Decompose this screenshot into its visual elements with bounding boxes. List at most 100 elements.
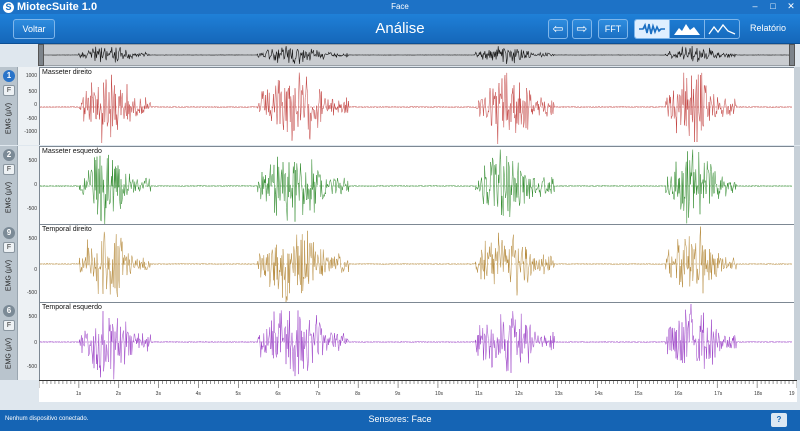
channel-row: 2 F EMG (µV) 500 0 -500 Masseter esquerd… <box>0 146 800 225</box>
filter-button[interactable]: F <box>3 242 15 253</box>
time-tick-label: 16s <box>674 391 683 397</box>
channel-row: 1 F EMG (µV) 1000 500 0 -500 -1000 Masse… <box>0 67 800 145</box>
unit-label: EMG (µV) <box>5 181 13 214</box>
time-tick-label: 13s <box>554 391 563 397</box>
time-tick-label: 7s <box>315 391 321 397</box>
close-icon[interactable]: ✕ <box>784 1 798 12</box>
channel-name: Temporal esquerdo <box>42 304 102 311</box>
y-tick-label: 500 <box>28 158 37 164</box>
time-tick-label: 8s <box>355 391 361 397</box>
y-tick-label: 500 <box>28 314 37 320</box>
overview-left-handle[interactable] <box>38 44 44 66</box>
back-button[interactable]: Voltar <box>13 19 55 39</box>
help-button[interactable]: ? <box>771 413 787 427</box>
time-tick-label: 10s <box>434 391 443 397</box>
time-tick-label: 1s <box>75 391 82 397</box>
unit-label: EMG (µV) <box>5 337 13 370</box>
channel-number-badge[interactable]: 6 <box>3 305 15 317</box>
time-tick-label: 12s <box>514 391 523 397</box>
filter-button[interactable]: F <box>3 164 15 175</box>
time-tick-label: 14s <box>594 391 603 397</box>
arrow-right-icon[interactable]: ⇨ <box>572 19 592 39</box>
sensors-label: Sensores: Face <box>368 414 432 424</box>
emg-waveform <box>40 226 792 303</box>
unit-label: EMG (µV) <box>5 259 13 292</box>
emg-plot[interactable]: Masseter direito <box>39 67 797 145</box>
y-tick-label: -500 <box>26 116 37 122</box>
y-tick-label: 0 <box>34 267 37 273</box>
channel-scrollbar[interactable] <box>794 67 800 145</box>
emg-trace <box>40 303 792 380</box>
arrow-left-icon[interactable]: ⇦ <box>548 19 568 39</box>
window-controls: – □ ✕ <box>748 1 798 12</box>
title-bar: S MiotecSuite 1.0 Face – □ ✕ <box>0 0 800 14</box>
waveform-icon[interactable] <box>635 20 669 38</box>
emg-plot[interactable]: Masseter esquerdo <box>39 146 797 225</box>
channel-name: Masseter direito <box>42 69 92 76</box>
y-tick-label: -500 <box>26 290 37 296</box>
time-tick-label: 6s <box>275 391 281 397</box>
maximize-icon[interactable]: □ <box>766 1 780 12</box>
time-tick-label: 3s <box>155 391 161 397</box>
overview-navigator[interactable] <box>38 44 793 66</box>
window-title: Face <box>391 2 409 11</box>
emg-trace <box>40 72 792 145</box>
channel-name: Temporal direito <box>42 226 92 233</box>
time-tick-label: 4s <box>195 391 201 397</box>
channel-sidebar: 1 F EMG (µV) <box>0 67 18 145</box>
emg-plot[interactable]: Temporal esquerdo <box>39 302 797 380</box>
y-tick-label: -500 <box>26 206 37 212</box>
overview-waveform <box>39 45 792 65</box>
channel-sidebar: 9 F EMG (µV) <box>0 224 18 302</box>
fft-button[interactable]: FFT <box>598 19 628 39</box>
y-tick-label: 500 <box>28 89 37 95</box>
y-tick-label: 0 <box>34 340 37 346</box>
time-tick-label: 17s <box>714 391 723 397</box>
time-tick-label: 11s <box>474 391 483 397</box>
channel-number-badge[interactable]: 9 <box>3 227 15 239</box>
minimize-icon[interactable]: – <box>748 1 762 12</box>
channel-sidebar: 6 F EMG (µV) <box>0 302 18 380</box>
emg-trace <box>40 149 792 225</box>
y-tick-label: 1000 <box>25 73 37 79</box>
status-bar: Nenhum dispositivo conectado. Sensores: … <box>0 410 800 431</box>
y-axis: 500 0 -500 <box>18 224 39 302</box>
time-axis: 1s 2s 3s 4s 5s 6s 7s 8s 9s 10s 11s 12s 13s 14s 15s 16s 1… <box>39 380 797 402</box>
time-tick-label: 18s <box>754 391 763 397</box>
channel-scrollbar[interactable] <box>794 146 800 224</box>
time-tick-label: 9s <box>395 391 401 397</box>
area-spectrum-icon[interactable] <box>669 20 704 38</box>
y-tick-label: 0 <box>34 182 37 188</box>
channel-number-badge[interactable]: 1 <box>3 70 15 82</box>
filter-button[interactable]: F <box>3 85 15 96</box>
unit-label: EMG (µV) <box>5 102 13 135</box>
channel-scrollbar[interactable] <box>794 302 800 380</box>
channel-row: 6 F EMG (µV) 500 0 -500 Temporal esquerd… <box>0 302 800 380</box>
line-spectrum-icon[interactable] <box>704 20 739 38</box>
channel-name: Masseter esquerdo <box>42 148 102 155</box>
y-axis: 500 0 -500 <box>18 146 39 224</box>
overview-trace <box>39 45 792 65</box>
time-tick-label: 15s <box>634 391 643 397</box>
time-tick-label: 2s <box>115 391 122 397</box>
y-tick-label: -500 <box>26 364 37 370</box>
emg-waveform <box>40 149 792 225</box>
time-axis-ticks <box>39 381 797 388</box>
report-button[interactable]: Relatório <box>747 19 789 39</box>
y-axis: 500 0 -500 <box>18 302 39 380</box>
y-tick-label: 500 <box>28 236 37 242</box>
channel-row: 9 F EMG (µV) 500 0 -500 Temporal direito <box>0 224 800 303</box>
channel-scrollbar[interactable] <box>794 224 800 302</box>
overview-right-handle[interactable] <box>789 44 795 66</box>
y-axis: 1000 500 0 -500 -1000 <box>18 67 39 145</box>
emg-waveform <box>40 303 792 380</box>
y-tick-label: -1000 <box>24 129 37 135</box>
toolbar: Voltar Análise ⇦ ⇨ FFT Relatório <box>0 14 800 44</box>
y-tick-label: 0 <box>34 102 37 108</box>
view-mode-group <box>634 19 740 39</box>
channel-number-badge[interactable]: 2 <box>3 149 15 161</box>
filter-button[interactable]: F <box>3 320 15 331</box>
channel-sidebar: 2 F EMG (µV) <box>0 146 18 224</box>
time-tick-label: 5s <box>235 391 241 397</box>
emg-plot[interactable]: Temporal direito <box>39 224 797 303</box>
